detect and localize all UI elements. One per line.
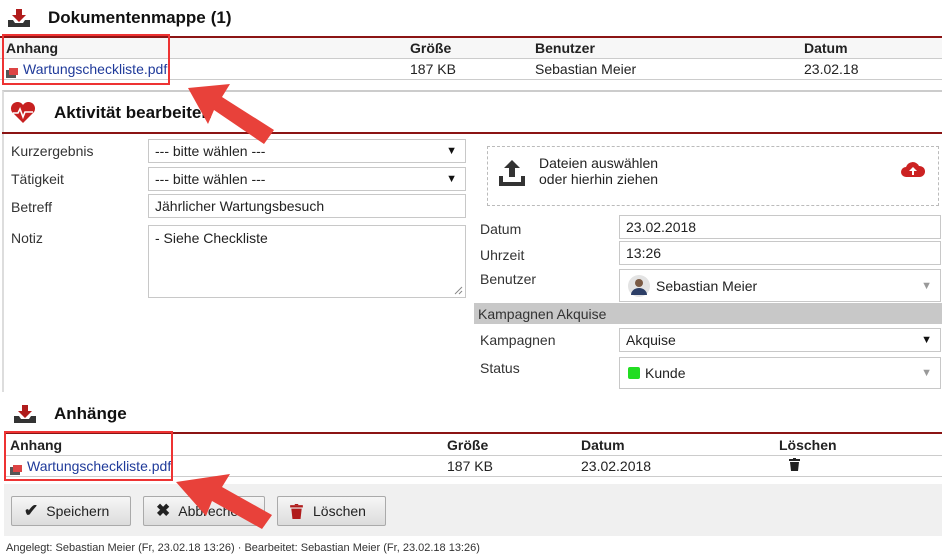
kurzergebnis-value: --- bitte wählen --- <box>155 143 266 159</box>
status-color-swatch <box>628 367 640 379</box>
heartbeat-icon <box>10 102 36 123</box>
cancel-label: Abbrechen <box>178 503 246 519</box>
delete-label: Löschen <box>313 503 366 519</box>
betreff-input[interactable]: Jährlicher Wartungsbesuch <box>148 194 466 218</box>
col-datum: Datum <box>581 437 625 453</box>
campaign-section-header: Kampagnen Akquise <box>474 303 942 324</box>
dropdown-arrow-icon: ▼ <box>446 173 457 185</box>
activity-header: Aktivität bearbeiten <box>10 100 212 126</box>
notiz-value: - Siehe Checkliste <box>155 230 268 246</box>
upload-dropzone[interactable]: Dateien auswählen oder hierhin ziehen <box>487 146 939 206</box>
delete-button[interactable]: Löschen <box>277 496 386 526</box>
cancel-button[interactable]: ✖ Abbrechen <box>143 496 265 526</box>
datum-value: 23.02.2018 <box>626 219 697 235</box>
checkmark-icon: ✔ <box>24 501 39 520</box>
highlight-box <box>4 431 173 481</box>
campaign-section-title: Kampagnen Akquise <box>478 305 607 322</box>
inbox-download-icon <box>8 9 30 27</box>
dropdown-arrow-icon: ▼ <box>446 145 457 157</box>
taetigkeit-select[interactable]: --- bitte wählen --- ▼ <box>148 167 466 191</box>
kurzergebnis-select[interactable]: --- bitte wählen --- ▼ <box>148 139 466 163</box>
col-benutzer: Benutzer <box>535 40 595 56</box>
label-taetigkeit: Tätigkeit <box>11 171 64 187</box>
dropdown-arrow-icon: ▼ <box>921 334 932 346</box>
highlight-box <box>2 34 170 85</box>
col-datum: Datum <box>804 40 848 56</box>
close-icon: ✖ <box>156 501 171 520</box>
avatar <box>628 274 650 297</box>
chevron-down-icon: ▼ <box>921 279 932 292</box>
file-user: Sebastian Meier <box>535 61 637 77</box>
label-datum: Datum <box>480 221 522 237</box>
file-size: 187 KB <box>410 61 456 77</box>
save-button[interactable]: ✔ Speichern <box>11 496 131 526</box>
uhrzeit-value: 13:26 <box>626 245 662 261</box>
kampagnen-value: Akquise <box>626 332 676 348</box>
label-kampagnen: Kampagnen <box>480 332 556 348</box>
attachments-title: Anhänge <box>54 404 127 423</box>
docfolder-header: Dokumentenmappe (1) <box>8 6 232 30</box>
docfolder-count: (1) <box>210 8 232 27</box>
docfolder-title: Dokumentenmappe <box>48 8 206 27</box>
file-date: 23.02.2018 <box>581 458 652 474</box>
file-size: 187 KB <box>447 458 493 474</box>
notiz-textarea[interactable]: - Siehe Checkliste <box>148 225 466 298</box>
resize-handle-icon[interactable] <box>454 286 463 295</box>
save-label: Speichern <box>46 503 110 519</box>
betreff-value: Jährlicher Wartungsbesuch <box>155 198 325 214</box>
datum-input[interactable]: 23.02.2018 <box>619 215 941 239</box>
activity-title: Aktivität bearbeiten <box>54 103 212 122</box>
upload-text-line2: oder hierhin ziehen <box>539 171 659 187</box>
inbox-download-icon <box>14 405 36 423</box>
upload-text-line1: Dateien auswählen <box>539 155 659 171</box>
cloud-upload-icon[interactable] <box>900 159 926 179</box>
file-date: 23.02.18 <box>804 61 859 77</box>
label-betreff: Betreff <box>11 199 52 215</box>
upload-icon <box>499 160 525 186</box>
attachments-header: Anhänge <box>14 402 127 426</box>
label-kurzergebnis: Kurzergebnis <box>11 143 94 159</box>
label-status: Status <box>480 360 520 376</box>
uhrzeit-input[interactable]: 13:26 <box>619 241 941 265</box>
trash-icon <box>290 503 303 519</box>
activity-divider <box>2 132 942 134</box>
col-groesse: Größe <box>410 40 452 56</box>
taetigkeit-value: --- bitte wählen --- <box>155 171 266 187</box>
trash-icon[interactable] <box>789 458 800 471</box>
benutzer-select[interactable]: Sebastian Meier ▼ <box>619 269 941 302</box>
chevron-down-icon: ▼ <box>921 367 932 379</box>
label-notiz: Notiz <box>11 230 43 246</box>
col-groesse: Größe <box>447 437 489 453</box>
benutzer-value: Sebastian Meier <box>656 277 758 294</box>
status-value: Kunde <box>645 365 686 381</box>
col-loeschen: Löschen <box>779 437 837 453</box>
label-uhrzeit: Uhrzeit <box>480 247 525 263</box>
kampagnen-select[interactable]: Akquise ▼ <box>619 328 941 352</box>
status-select[interactable]: Kunde ▼ <box>619 357 941 389</box>
label-benutzer: Benutzer <box>480 271 537 287</box>
footer-meta: Angelegt: Sebastian Meier (Fr, 23.02.18 … <box>6 542 480 554</box>
